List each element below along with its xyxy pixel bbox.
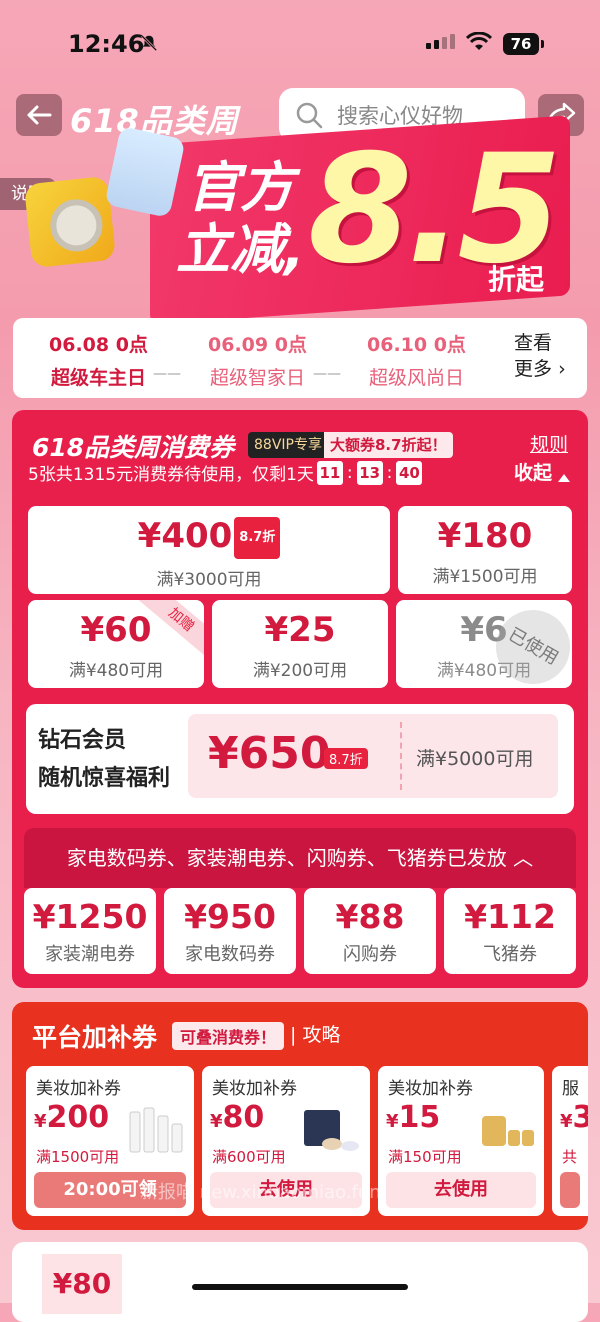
hero-line1: 官方 <box>186 156 294 219</box>
watermark: 新报喵 new.xinbaomiao.fun <box>140 1182 381 1203</box>
card-title: 美妆加补券 <box>388 1079 473 1099</box>
date-event-name: 超级车主日 <box>50 367 146 389</box>
hero-suffix: 折起 <box>488 263 545 296</box>
dash-separator: —— <box>153 366 181 382</box>
panel-title: 618品类周消费券 <box>32 433 235 462</box>
chevron-right-icon: › <box>558 358 566 380</box>
bell-muted-icon <box>140 34 158 52</box>
countdown-seconds: 40 <box>396 460 423 485</box>
price-tag: ¥80 <box>42 1254 122 1314</box>
subsidy-coupon-card[interactable]: 美妆加补券 ¥15 满150可用 去使用 <box>378 1066 544 1216</box>
issued-coupons-toggle[interactable]: 家电数码券、家装潮电券、闪购券、飞猪券已发放 ︿ <box>24 828 576 888</box>
issued-coupon[interactable]: ¥1250 家装潮电券 <box>24 888 156 974</box>
countdown-minutes: 13 <box>356 460 383 485</box>
arrow-left-icon <box>27 105 52 125</box>
coupon-condition: 满¥1500可用 <box>432 567 538 587</box>
coupon-name: 飞猪券 <box>483 944 537 965</box>
coupon-name: 家装潮电券 <box>45 944 135 965</box>
date-event-name: 超级智家日 <box>209 367 305 389</box>
countdown-hours: 11 <box>316 460 343 485</box>
date-label: 06.09 0点 <box>208 334 307 356</box>
coupon-card[interactable]: ¥400 8.7折 满¥3000可用 <box>28 506 390 594</box>
coupon-name: 闪购券 <box>343 944 397 965</box>
subsidy-coupon-card-partial[interactable]: 服 ¥3 共 <box>552 1066 588 1216</box>
discount-tag: 8.7折 <box>234 516 281 559</box>
date-item-0806[interactable]: 06.08 0点 超级车主日 <box>49 330 148 390</box>
date-schedule-strip: 06.08 0点 超级车主日 —— 06.09 0点 超级智家日 —— 06.1… <box>13 318 587 398</box>
card-condition: 满150可用 <box>388 1148 462 1166</box>
issued-coupon[interactable]: ¥950 家电数码券 <box>164 888 296 974</box>
see-more-link[interactable]: 查看 更多 › <box>514 330 566 382</box>
coupon-amount: ¥112 <box>464 897 556 936</box>
card-title: 美妆加补券 <box>36 1079 121 1099</box>
coupon-card-used[interactable]: ¥6 满¥480可用 已使用 <box>396 600 572 688</box>
diamond-condition: 满¥5000可用 <box>416 748 534 770</box>
card-value: ¥80 <box>210 1100 265 1135</box>
date-label: 06.08 0点 <box>49 334 148 356</box>
collapse-button[interactable]: 收起 <box>514 458 571 485</box>
dash-separator: —— <box>313 366 341 382</box>
promo-badge: 大额券8.7折起！ <box>324 432 453 458</box>
clock: 12:46 <box>68 30 145 58</box>
card-condition: 满600可用 <box>212 1148 286 1166</box>
back-button[interactable] <box>16 94 62 136</box>
cosmetics-product-image <box>304 1110 359 1151</box>
card-title: 美妆加补券 <box>212 1079 297 1099</box>
dashed-divider <box>400 722 402 790</box>
status-bar: 12:46 76 <box>0 0 600 80</box>
wifi-icon <box>466 32 492 50</box>
coupon-card[interactable]: 加赠 ¥60 满¥480可用 <box>28 600 204 688</box>
diamond-text: 钻石会员 随机惊喜福利 <box>38 728 171 791</box>
issued-coupon[interactable]: ¥88 闪购券 <box>304 888 436 974</box>
coupon-amount: ¥88 <box>335 897 405 936</box>
product-card-peek[interactable]: ¥80 <box>12 1242 588 1322</box>
rules-link[interactable]: 规则 <box>530 430 568 457</box>
cosmetics-product-image <box>482 1116 534 1146</box>
coupon-amount: ¥25 <box>264 610 336 650</box>
coupon-name: 家电数码券 <box>185 944 275 965</box>
card-value: ¥15 <box>386 1100 441 1135</box>
diamond-amount: ¥650 <box>208 728 331 779</box>
speaker-product-image <box>23 175 117 269</box>
card-button[interactable] <box>560 1172 580 1208</box>
summary-text: 5张共1315元消费券待使用，仅剩1天 <box>28 465 314 485</box>
coupon-amount: ¥400 <box>137 516 233 556</box>
card-value: ¥200 <box>34 1100 110 1135</box>
hero-line2: 立减, <box>176 218 305 281</box>
home-indicator[interactable] <box>192 1284 408 1290</box>
diamond-member-card[interactable]: 钻石会员 随机惊喜福利 ¥650 8.7折 满¥5000可用 <box>26 704 574 814</box>
see-more-line1: 查看 <box>514 332 553 354</box>
coupon-summary: 5张共1315元消费券待使用，仅剩1天 11 : 13 : 40 <box>28 460 425 485</box>
date-event-name: 超级风尚日 <box>368 367 464 389</box>
coupon-amount: ¥950 <box>184 897 276 936</box>
coupon-card[interactable]: ¥25 满¥200可用 <box>212 600 388 688</box>
cellular-signal-icon <box>426 34 455 49</box>
diamond-coupon: ¥650 8.7折 满¥5000可用 <box>188 714 558 798</box>
guide-link[interactable]: | 攻略 <box>290 1020 340 1047</box>
coupon-card[interactable]: ¥180 满¥1500可用 <box>398 506 572 594</box>
date-label: 06.10 0点 <box>367 334 466 356</box>
coupon-amount: ¥180 <box>437 516 533 556</box>
discount-tag: 8.7折 <box>324 748 368 769</box>
date-item-0610[interactable]: 06.10 0点 超级风尚日 <box>367 330 466 390</box>
battery-indicator: 76 <box>503 33 544 55</box>
coupon-condition: 满¥480可用 <box>68 661 164 681</box>
coupon-amount: ¥1250 <box>32 897 148 936</box>
see-more-line2: 更多 › <box>514 358 566 380</box>
platform-badge: 可叠消费券！ <box>172 1022 285 1050</box>
coupon-condition: 满¥3000可用 <box>156 569 262 590</box>
platform-title: 平台加补券 <box>32 1023 158 1052</box>
card-title: 服 <box>562 1079 579 1099</box>
card-value: ¥3 <box>560 1100 588 1135</box>
vip-badge: 88VIP专享 <box>248 432 328 458</box>
issued-coupon[interactable]: ¥112 飞猪券 <box>444 888 576 974</box>
category-week-coupon-panel: 618品类周消费券 88VIP专享 大额券8.7折起！ 规则 收起 5张共131… <box>12 410 588 988</box>
card-condition: 满1500可用 <box>36 1148 120 1166</box>
date-item-0609[interactable]: 06.09 0点 超级智家日 <box>208 330 307 390</box>
use-button[interactable]: 去使用 <box>386 1172 536 1208</box>
card-condition: 共 <box>562 1148 578 1166</box>
chevron-up-icon: ︿ <box>513 846 534 870</box>
coupon-condition: 满¥200可用 <box>252 661 348 681</box>
cosmetics-product-image <box>129 1107 183 1153</box>
